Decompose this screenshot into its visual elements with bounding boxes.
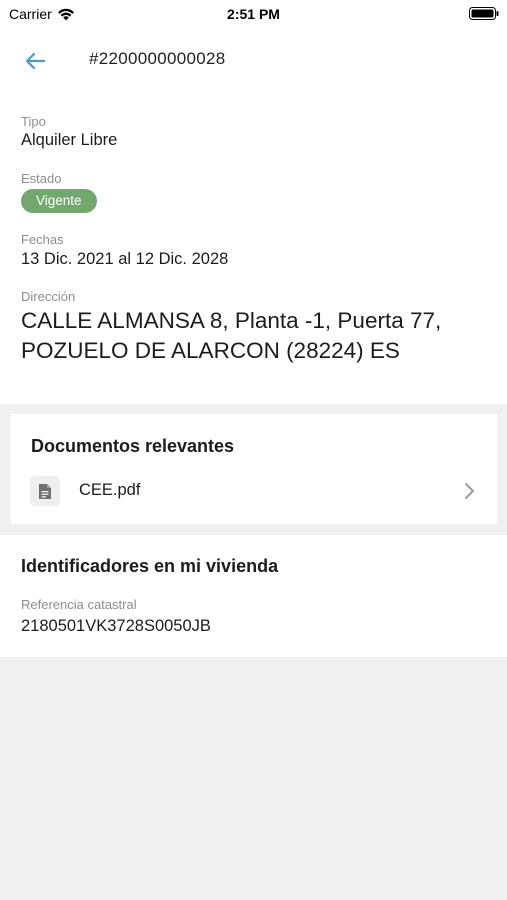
document-name: CEE.pdf: [79, 481, 141, 499]
chevron-right-icon: [465, 483, 474, 499]
direccion-label: Dirección: [21, 289, 76, 304]
identifiers-heading: Identificadores en mi vivienda: [21, 556, 279, 576]
battery-icon: [469, 7, 499, 20]
identifiers-card: Identificadores en mi vivienda Referenci…: [0, 535, 507, 657]
direccion-value: CALLE ALMANSA 8, Planta -1, Puerta 77, P…: [21, 308, 442, 363]
contract-details-card: Tipo Alquiler Libre Estado Vigente Fecha…: [0, 95, 507, 404]
file-icon: [30, 476, 60, 506]
status-badge: Vigente: [21, 189, 97, 213]
document-row-cee[interactable]: CEE.pdf: [11, 472, 497, 512]
navigation-bar: #2200000000028: [0, 28, 507, 95]
tipo-label: Tipo: [21, 114, 46, 129]
arrow-left-icon: [25, 52, 46, 70]
tipo-value: Alquiler Libre: [21, 131, 118, 149]
fechas-label: Fechas: [21, 232, 64, 247]
referencia-catastral-label: Referencia catastral: [21, 597, 137, 612]
documents-card: Documentos relevantes CEE.pdf: [11, 414, 497, 524]
fechas-value: 13 Dic. 2021 al 12 Dic. 2028: [21, 250, 229, 268]
page-title: #2200000000028: [89, 49, 226, 68]
estado-label: Estado: [21, 171, 62, 186]
status-bar: Carrier 2:51 PM: [0, 0, 507, 28]
status-time: 2:51 PM: [227, 6, 280, 22]
documents-heading: Documentos relevantes: [31, 436, 235, 456]
referencia-catastral-value: 2180501VK3728S0050JB: [21, 617, 211, 635]
back-button[interactable]: [20, 46, 50, 76]
